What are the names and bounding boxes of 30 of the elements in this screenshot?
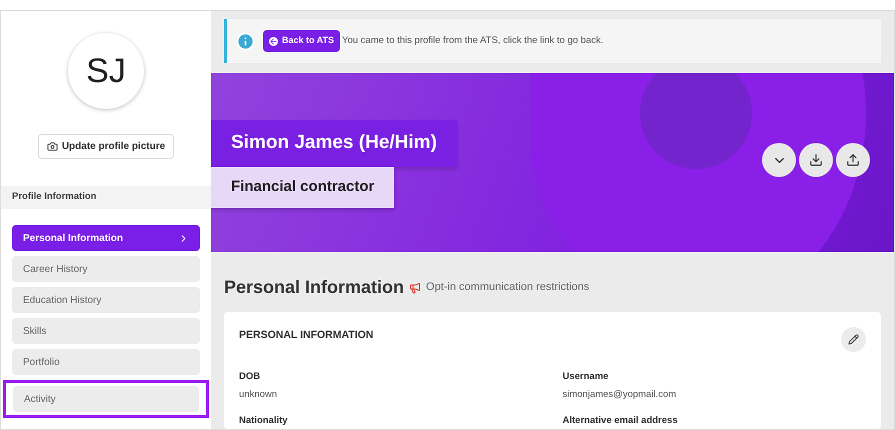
section-title: Personal Information xyxy=(224,276,404,299)
restriction-link[interactable]: Opt-in communication restrictions xyxy=(426,279,590,296)
field-value: unknown xyxy=(239,388,278,402)
edit-button[interactable] xyxy=(841,327,866,352)
job-title: Financial contractor xyxy=(211,167,394,208)
sidebar-item[interactable]: Education History xyxy=(12,287,200,313)
notice-message: You came to this profile from the ATS, click the link to go back. xyxy=(342,34,604,48)
field-label: Username xyxy=(562,370,610,384)
info-icon xyxy=(236,32,255,50)
update-picture-button[interactable]: Update profile picture xyxy=(38,134,174,159)
arrow-left-icon xyxy=(269,36,278,46)
pencil-icon xyxy=(848,334,859,345)
upload-icon xyxy=(846,153,860,167)
field-value: simonjames@yopmail.com xyxy=(562,388,678,402)
sidebar-item[interactable]: Personal Information xyxy=(12,225,200,251)
back-button[interactable]: Back to ATS xyxy=(263,30,340,52)
sidebar-item[interactable]: Activity xyxy=(13,386,199,412)
sidebar-heading: Profile Information xyxy=(1,186,211,209)
field-label: Alternative email address xyxy=(562,414,679,428)
sidebar-item[interactable]: Portfolio xyxy=(12,349,200,375)
card-title: PERSONAL INFORMATION xyxy=(239,328,374,343)
sidebar-item[interactable]: Skills xyxy=(12,318,200,344)
megaphone-icon xyxy=(409,282,422,294)
download-icon xyxy=(809,153,823,167)
field-label: DOB xyxy=(239,370,262,384)
candidate-name: Simon James (He/Him) xyxy=(211,120,457,167)
field-label: Nationality xyxy=(239,414,289,428)
sidebar-item[interactable]: Career History xyxy=(12,256,200,282)
camera-icon xyxy=(46,141,58,152)
avatar: SJ xyxy=(68,33,144,109)
